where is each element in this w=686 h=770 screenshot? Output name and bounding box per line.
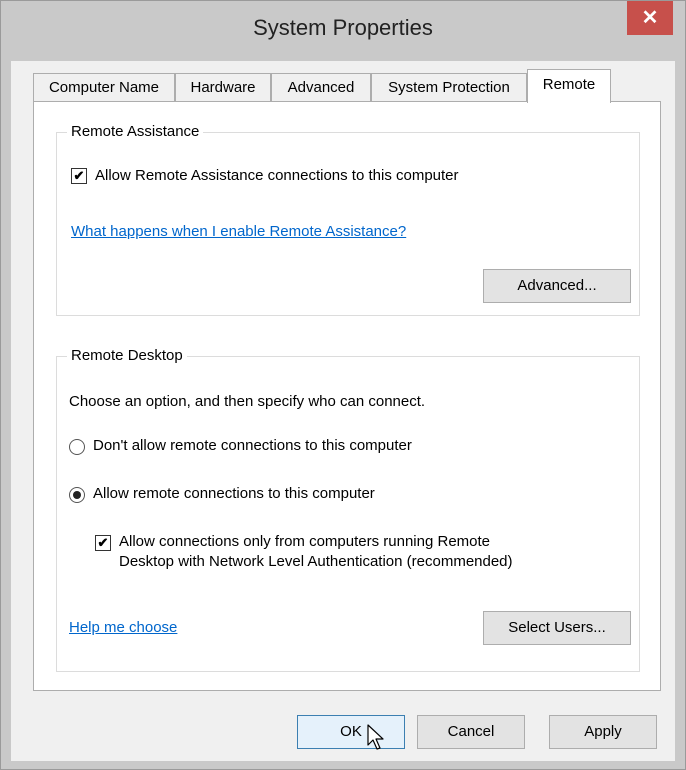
title-bar[interactable]: System Properties ✕ [1,1,685,61]
nla-label-line2[interactable]: Desktop with Network Level Authenticatio… [119,553,513,570]
mouse-pointer-icon [367,724,384,750]
checkmark-icon: ✔ [97,535,109,550]
allow-remote-radio[interactable] [69,487,85,503]
apply-button[interactable]: Apply [549,715,657,749]
select-users-button[interactable]: Select Users... [483,611,631,645]
help-me-choose-link[interactable]: Help me choose [69,619,177,636]
advanced-button[interactable]: Advanced... [483,269,631,303]
dont-allow-remote-label[interactable]: Don't allow remote connections to this c… [93,437,412,454]
remote-assistance-title: Remote Assistance [67,123,204,140]
system-properties-window: System Properties ✕ Computer Name Hardwa… [0,0,686,770]
remote-desktop-group: Remote Desktop Choose an option, and the… [56,347,640,672]
window-title: System Properties [253,15,433,40]
ok-button[interactable]: OK [297,715,405,749]
remote-assistance-help-link[interactable]: What happens when I enable Remote Assist… [71,223,406,240]
dont-allow-remote-radio[interactable] [69,439,85,455]
remote-tab-panel: Remote Assistance ✔ Allow Remote Assista… [33,101,661,691]
close-icon: ✕ [641,7,659,29]
nla-label-line1[interactable]: Allow connections only from computers ru… [119,533,490,550]
tab-hardware[interactable]: Hardware [175,73,271,101]
tab-computer-name[interactable]: Computer Name [33,73,175,101]
tab-advanced[interactable]: Advanced [271,73,371,101]
tab-system-protection[interactable]: System Protection [371,73,527,101]
allow-remote-assistance-label[interactable]: Allow Remote Assistance connections to t… [95,167,459,184]
tab-remote[interactable]: Remote [527,69,611,103]
close-button[interactable]: ✕ [627,1,673,35]
remote-desktop-instruction: Choose an option, and then specify who c… [69,393,426,410]
allow-remote-label[interactable]: Allow remote connections to this compute… [93,485,375,502]
dialog-client-area: Computer Name Hardware Advanced System P… [11,61,675,761]
cancel-button[interactable]: Cancel [417,715,525,749]
allow-remote-assistance-checkbox[interactable]: ✔ [71,168,87,184]
remote-assistance-group: Remote Assistance ✔ Allow Remote Assista… [56,123,640,316]
checkmark-icon: ✔ [73,168,85,183]
nla-checkbox[interactable]: ✔ [95,535,111,551]
remote-desktop-title: Remote Desktop [67,347,187,364]
